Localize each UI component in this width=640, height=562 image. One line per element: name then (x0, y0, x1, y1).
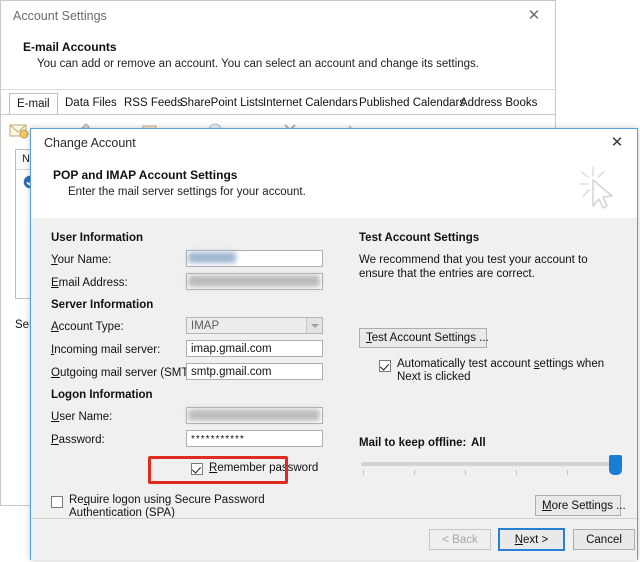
require-spa-label: Require logon using Secure Password Auth… (69, 494, 265, 519)
slider-tick (465, 470, 466, 475)
user-name-label: User Name: (51, 411, 113, 423)
outgoing-mail-server-label: Outgoing mail server (SMTP): (51, 367, 204, 379)
account-settings-header-panel: E-mail Accounts You can add or remove an… (1, 31, 555, 90)
mail-offline-slider-thumb[interactable] (609, 455, 622, 475)
dialog-heading: POP and IMAP Account Settings (53, 168, 238, 182)
tab-address-books[interactable]: Address Books (453, 93, 544, 114)
change-account-title: Change Account (44, 136, 136, 150)
account-type-label: Account Type: (51, 321, 124, 333)
incoming-mail-server-label: Incoming mail server: (51, 344, 161, 356)
mail-offline-label: Mail to keep offline: (359, 437, 467, 449)
account-settings-tabs: E-mail Data Files RSS Feeds SharePoint L… (1, 93, 555, 115)
incoming-mail-server-input[interactable]: imap.gmail.com (186, 340, 323, 357)
tab-data-files[interactable]: Data Files (58, 93, 124, 114)
email-address-redaction (188, 275, 320, 287)
slider-tick (414, 470, 415, 475)
cursor-click-icon (577, 163, 621, 214)
tab-email[interactable]: E-mail (9, 93, 58, 115)
change-account-header-panel: POP and IMAP Account Settings Enter the … (31, 156, 637, 219)
close-icon[interactable]: ✕ (523, 6, 545, 26)
change-account-footer: < Back Next > Cancel (31, 518, 637, 560)
email-address-label: Email Address: (51, 277, 128, 289)
cancel-button[interactable]: Cancel (573, 529, 635, 550)
test-account-settings-heading: Test Account Settings (359, 232, 480, 244)
logon-information-heading: Logon Information (51, 389, 153, 401)
tabs-divider (1, 114, 555, 115)
server-information-heading: Server Information (51, 299, 154, 311)
require-spa-checkbox[interactable] (51, 496, 63, 508)
annotation-highlight-box (148, 456, 288, 484)
dialog-subheading: Enter the mail server settings for your … (68, 186, 306, 198)
new-account-icon[interactable] (9, 121, 29, 142)
account-settings-title: Account Settings (13, 9, 107, 23)
change-account-titlebar: Change Account ✕ (31, 129, 637, 156)
close-icon[interactable]: ✕ (606, 133, 628, 152)
mail-offline-value: All (471, 437, 486, 449)
email-accounts-heading: E-mail Accounts (23, 40, 117, 54)
account-settings-titlebar: Account Settings ✕ (1, 1, 555, 31)
tab-internet-calendars[interactable]: Internet Calendars (256, 93, 365, 114)
auto-test-label: Automatically test account settings when… (397, 358, 605, 383)
mail-offline-slider-track[interactable] (361, 462, 619, 466)
slider-tick (363, 470, 364, 475)
account-type-select[interactable]: IMAP (186, 317, 323, 334)
email-accounts-description: You can add or remove an account. You ca… (37, 58, 479, 70)
back-button[interactable]: < Back (429, 529, 491, 550)
test-account-settings-button[interactable]: Test Account Settings ... (359, 328, 489, 348)
user-information-heading: User Information (51, 232, 144, 244)
next-button[interactable]: Next > (498, 528, 565, 551)
test-account-settings-description: We recommend that you test your account … (359, 254, 588, 280)
more-settings-button[interactable]: More Settings ... (535, 495, 626, 516)
slider-tick (567, 470, 568, 475)
your-name-label: Your Name: (51, 254, 112, 266)
outgoing-mail-server-input[interactable]: smtp.gmail.com (186, 363, 323, 380)
auto-test-checkbox[interactable] (379, 360, 391, 372)
change-account-body: User Information Your Name: Email Addres… (31, 218, 637, 519)
password-input[interactable]: *********** (186, 430, 323, 447)
user-name-redaction (188, 409, 320, 421)
chevron-down-icon[interactable] (306, 318, 322, 333)
your-name-redaction (188, 252, 236, 263)
password-label: Password: (51, 434, 105, 446)
slider-tick (516, 470, 517, 475)
change-account-dialog: Change Account ✕ POP and IMAP Account Se… (30, 128, 638, 560)
